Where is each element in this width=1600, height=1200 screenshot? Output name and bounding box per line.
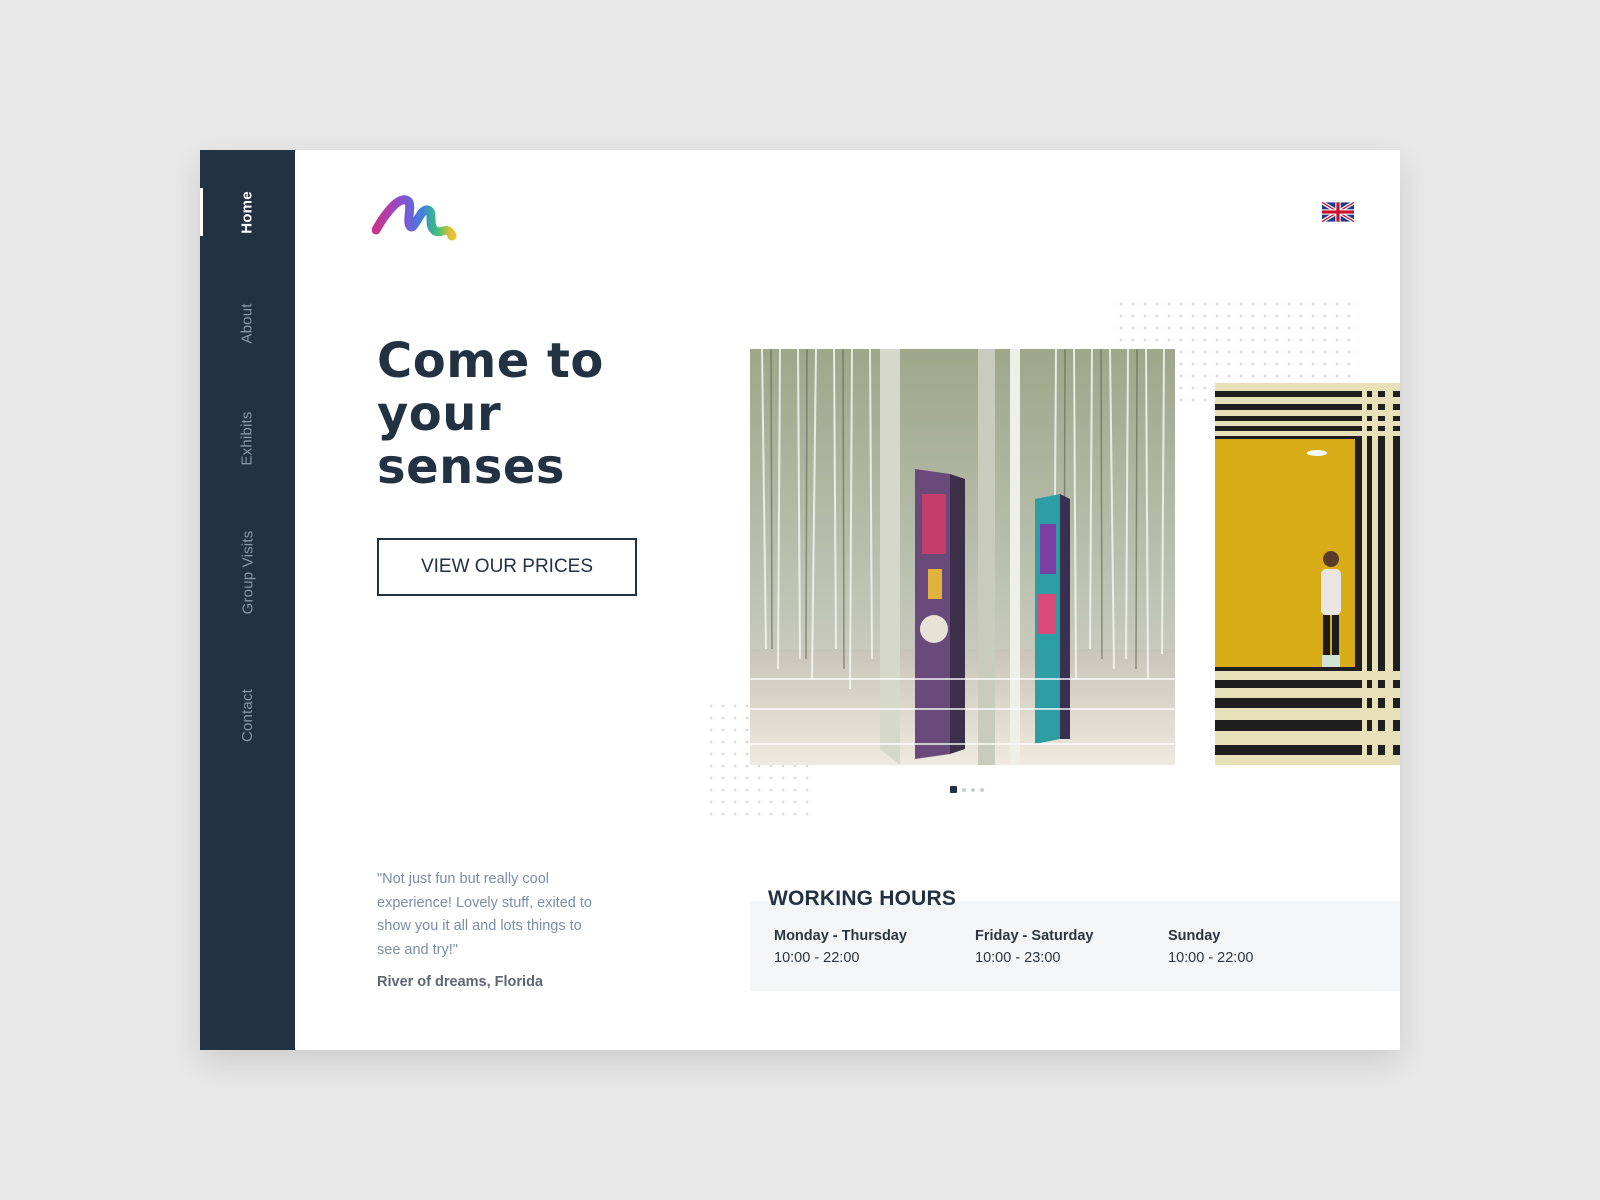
hours-time: 10:00 - 23:00	[975, 950, 1061, 966]
nav-label-home: Home	[238, 190, 256, 234]
hours-entry: Friday - Saturday 10:00 - 23:00	[975, 928, 1093, 966]
nav-item-group-visits[interactable]: Group Visits	[200, 505, 295, 640]
carousel-slide-striped-room[interactable]	[1215, 383, 1400, 765]
uk-flag-icon[interactable]	[1321, 200, 1355, 224]
striped-room-image	[1215, 383, 1400, 765]
hours-days: Sunday	[1168, 928, 1221, 944]
nav-label-group-visits: Group Visits	[238, 530, 256, 615]
hours-days: Friday - Saturday	[975, 928, 1094, 944]
testimonial-author: River of dreams, Florida	[377, 974, 543, 990]
page-frame: Home About Exhibits Group Visits Contact	[200, 150, 1400, 1050]
carousel-dot-3[interactable]	[971, 787, 975, 792]
nav-item-about[interactable]: About	[200, 278, 295, 368]
carousel-dot-4[interactable]	[980, 787, 984, 792]
hours-days: Monday - Thursday	[774, 928, 907, 944]
hours-time: 10:00 - 22:00	[774, 950, 860, 966]
carousel-indicators	[950, 786, 984, 793]
hours-entry: Sunday 10:00 - 22:00	[1168, 928, 1253, 966]
mirror-room-image	[750, 349, 1175, 765]
sidebar-nav: Home About Exhibits Group Visits Contact	[200, 150, 295, 1050]
nav-label-about: About	[238, 302, 256, 344]
testimonial-quote: "Not just fun but really cool experience…	[377, 871, 592, 958]
view-prices-button[interactable]: VIEW OUR PRICES	[377, 538, 637, 596]
nav-item-home[interactable]: Home	[200, 172, 295, 252]
hero-title: Come to your senses	[377, 333, 604, 495]
brush-logo-icon[interactable]	[371, 190, 458, 246]
working-hours-title: WORKING HOURS	[768, 887, 957, 910]
nav-label-contact: Contact	[238, 688, 256, 742]
nav-item-exhibits[interactable]: Exhibits	[200, 388, 295, 488]
carousel-dot-1[interactable]	[950, 786, 957, 793]
hours-entry: Monday - Thursday 10:00 - 22:00	[774, 928, 907, 966]
nav-item-contact[interactable]: Contact	[200, 665, 295, 765]
carousel-slide-mirror-room[interactable]	[750, 349, 1175, 765]
carousel-dot-2[interactable]	[962, 787, 966, 792]
nav-label-exhibits: Exhibits	[239, 410, 256, 466]
hours-time: 10:00 - 22:00	[1168, 950, 1254, 966]
working-hours-panel: Monday - Thursday 10:00 - 22:00 Friday -…	[750, 901, 1400, 991]
